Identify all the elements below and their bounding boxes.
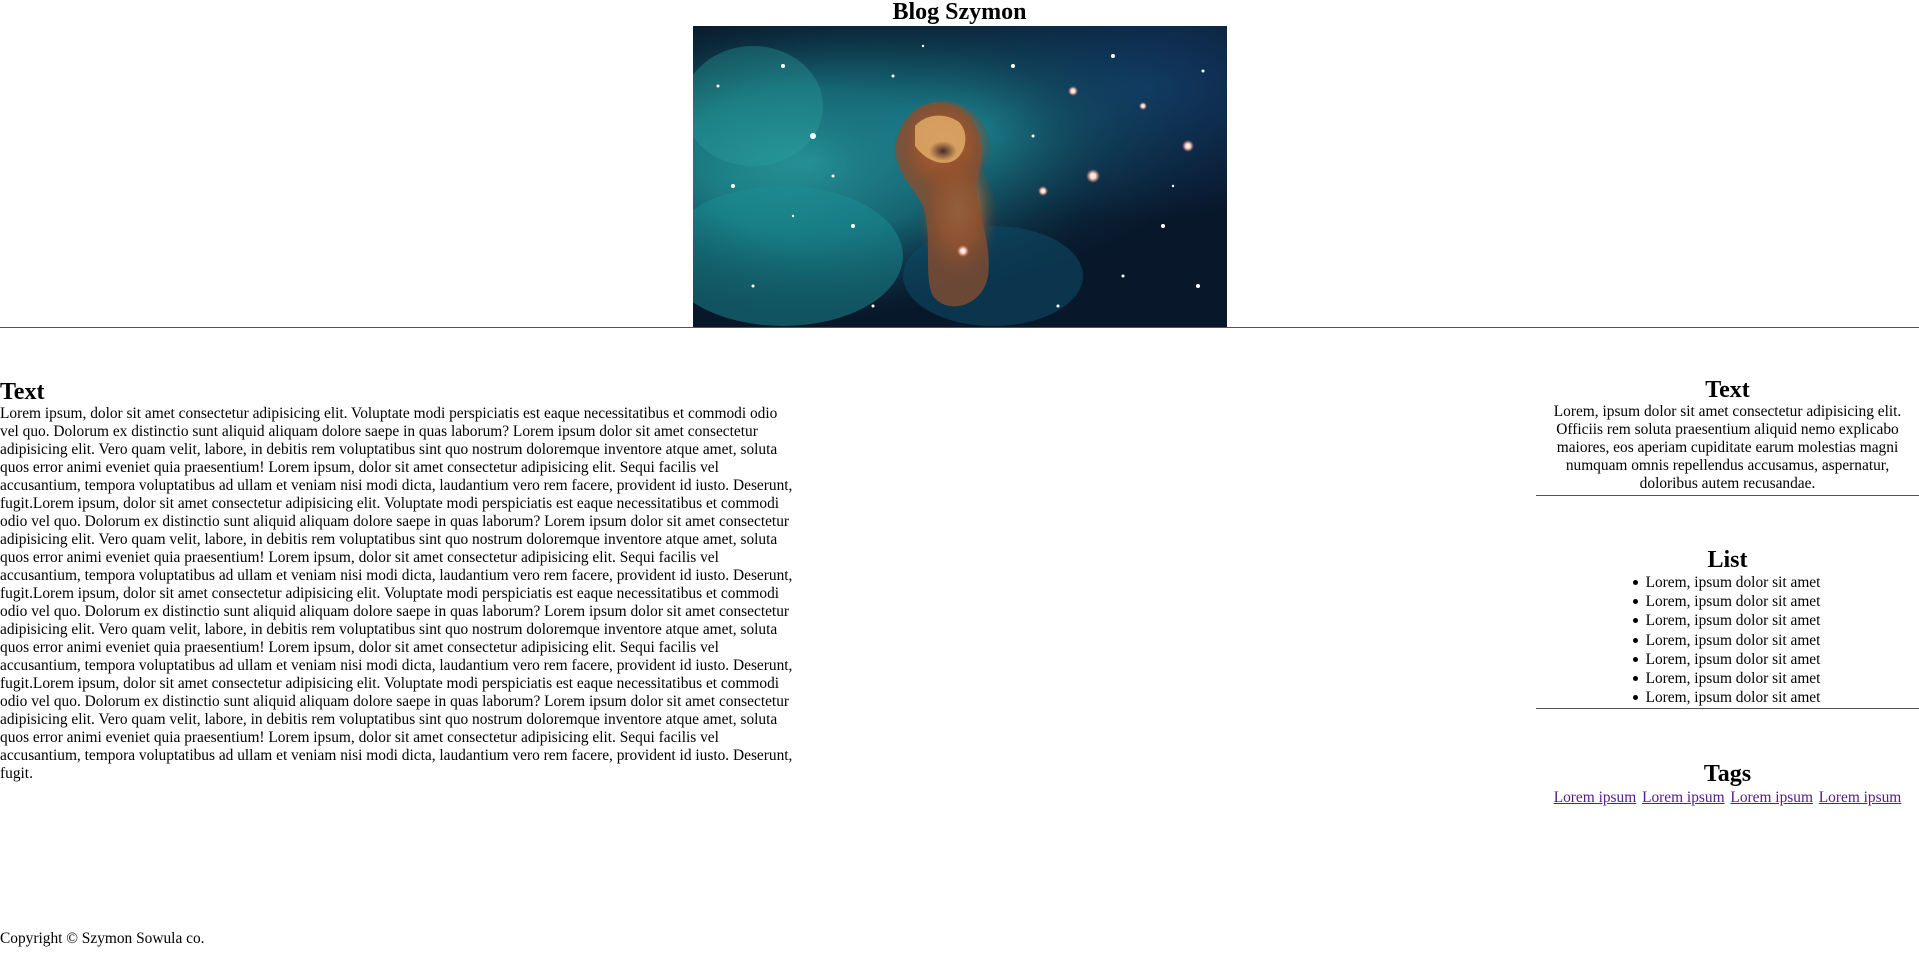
list-item-label: Lorem, ipsum dolor sit amet (1645, 593, 1821, 611)
bullet-icon (1632, 599, 1638, 605)
list-item: Lorem, ipsum dolor sit amet (1536, 573, 1919, 592)
footer-copyright: Copyright © Szymon Sowula co. (0, 930, 205, 947)
list-item: Lorem, ipsum dolor sit amet (1536, 592, 1919, 611)
tag-link[interactable]: Lorem ipsum (1819, 789, 1902, 806)
tag-link[interactable]: Lorem ipsum (1554, 789, 1637, 806)
sidebar-list-heading: List (1707, 547, 1748, 573)
bullet-icon (1632, 656, 1638, 662)
site-header: Blog Szymon (0, 0, 1919, 328)
article-body: Lorem ipsum, dolor sit amet consectetur … (0, 405, 793, 782)
sidebar-text-heading: Text (1705, 377, 1750, 403)
list-item-label: Lorem, ipsum dolor sit amet (1645, 650, 1821, 668)
sidebar-list-block: List Lorem, ipsum dolor sit amet Lorem, … (1536, 547, 1919, 709)
list-item-label: Lorem, ipsum dolor sit amet (1645, 612, 1821, 630)
sidebar-text-block: Text Lorem, ipsum dolor sit amet consect… (1536, 377, 1919, 496)
list-item: Lorem, ipsum dolor sit amet (1536, 631, 1919, 650)
sidebar-tags-heading: Tags (1703, 761, 1752, 787)
list-item-label: Lorem, ipsum dolor sit amet (1645, 689, 1821, 707)
list-item: Lorem, ipsum dolor sit amet (1536, 688, 1919, 707)
list-item-label: Lorem, ipsum dolor sit amet (1645, 574, 1821, 591)
tag-link[interactable]: Lorem ipsum (1642, 789, 1725, 806)
list-item: Lorem, ipsum dolor sit amet (1536, 650, 1919, 669)
site-title: Blog Szymon (892, 0, 1027, 25)
tag-list: Lorem ipsum Lorem ipsum Lorem ipsum Lore… (1536, 789, 1919, 807)
article-heading: Text (0, 379, 45, 405)
tag-link[interactable]: Lorem ipsum (1730, 789, 1813, 806)
sidebar-tags-block: Tags Lorem ipsum Lorem ipsum Lorem ipsum… (1536, 761, 1919, 807)
hero-nebula-image (693, 26, 1227, 327)
main-article: Text Lorem ipsum, dolor sit amet consect… (0, 379, 795, 783)
sidebar-list: Lorem, ipsum dolor sit amet Lorem, ipsum… (1536, 573, 1919, 707)
list-item: Lorem, ipsum dolor sit amet (1536, 611, 1919, 630)
list-item-label: Lorem, ipsum dolor sit amet (1645, 631, 1821, 649)
list-item-label: Lorem, ipsum dolor sit amet (1645, 669, 1821, 687)
page: Blog Szymon Text Lorem ipsum, dolor sit … (0, 0, 1919, 953)
nebula-picture (693, 26, 1227, 327)
list-item: Lorem, ipsum dolor sit amet (1536, 669, 1919, 688)
sidebar-text-body: Lorem, ipsum dolor sit amet consectetur … (1553, 403, 1902, 492)
bullet-icon (1632, 618, 1638, 624)
bullet-icon (1632, 695, 1638, 701)
bullet-icon (1632, 580, 1638, 586)
bullet-icon (1632, 676, 1638, 682)
bullet-icon (1632, 637, 1638, 643)
